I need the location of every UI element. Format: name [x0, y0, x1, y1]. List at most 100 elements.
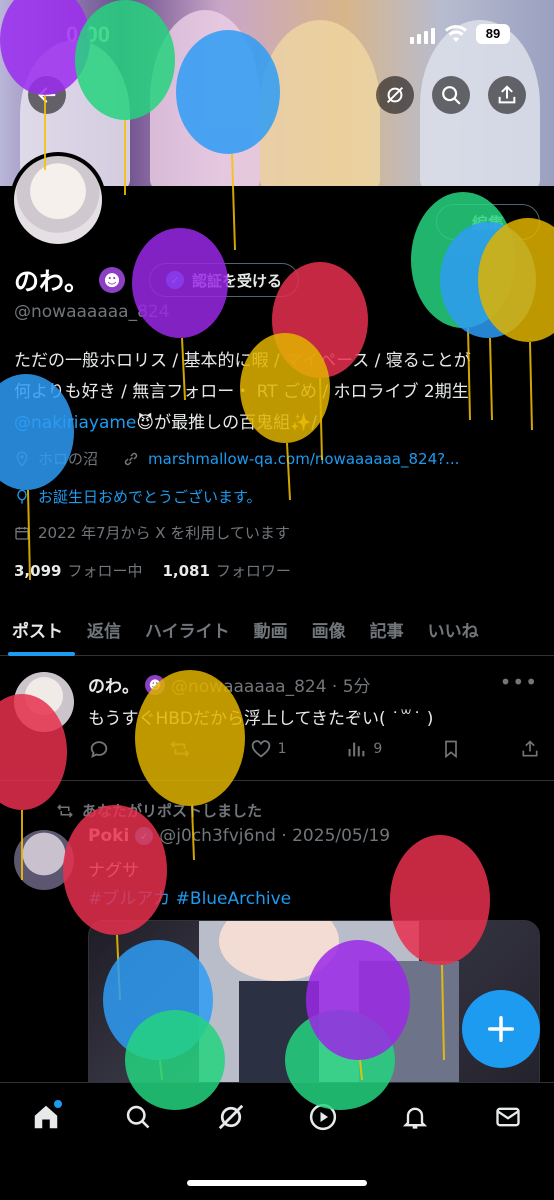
- like-button[interactable]: 1: [250, 738, 287, 760]
- following-label: フォロー中: [67, 562, 143, 580]
- tab-images[interactable]: 画像: [300, 604, 358, 656]
- profile-avatar[interactable]: [10, 152, 106, 248]
- status-bar: 0:00 89: [0, 0, 554, 68]
- bio-mention-link[interactable]: @nakiriayame: [14, 413, 136, 433]
- profile-joined: 2022 年7月から X を利用しています: [38, 524, 290, 542]
- followers-link[interactable]: 1,081 フォロワー: [162, 560, 290, 581]
- grok-icon: [218, 1104, 244, 1130]
- compose-post-button[interactable]: [462, 990, 540, 1068]
- profile-name-row: のわ。 ☻ ✓ 認証を受ける: [14, 262, 300, 298]
- bio-line: ただの一般ホロリス / 基本的に暇 / マイペース / 寝ることが: [14, 351, 471, 371]
- post-actions: 1 9: [88, 738, 540, 760]
- profile-location: ホロの沼: [38, 450, 99, 468]
- battery-icon: 89: [476, 24, 510, 44]
- tab-videos[interactable]: 動画: [242, 604, 300, 656]
- bell-icon: [403, 1107, 428, 1129]
- bio-line-rest: 😈が最推しの百鬼組✨/: [136, 413, 318, 433]
- profile-birthday: お誕生日おめでとうございます。: [38, 488, 262, 506]
- signal-icon: [410, 28, 435, 44]
- share-icon: [522, 740, 538, 757]
- post-header: Poki ✓ @j0ch3fvj6nd · 2025/05/19: [88, 826, 390, 846]
- following-link[interactable]: 3,099 フォロー中: [14, 560, 142, 581]
- share-icon: [498, 85, 516, 104]
- post-avatar[interactable]: [14, 672, 74, 732]
- grok-icon: [386, 86, 404, 104]
- balloon-icon: [17, 489, 27, 504]
- profile-meta-row: ホロの沼 marshmallow-qa.com/nowaaaaaa_824?..…: [14, 448, 459, 469]
- like-count: 1: [277, 741, 287, 757]
- back-button[interactable]: [28, 76, 66, 114]
- tab-likes[interactable]: いいね: [416, 604, 491, 656]
- wifi-icon: [445, 25, 467, 42]
- devil-emoji-icon: ☻: [99, 267, 126, 293]
- share-post-button[interactable]: [520, 738, 540, 760]
- calendar-icon: [15, 526, 29, 540]
- post-more-icon[interactable]: •••: [500, 670, 538, 694]
- status-time: 0:00: [66, 22, 111, 47]
- profile-handle: @nowaaaaaa_824: [14, 302, 170, 322]
- tab-replies[interactable]: 返信: [75, 604, 133, 656]
- view-count: 9: [373, 741, 383, 757]
- post-item[interactable]: のわ。 ☻ @nowaaaaaa_824 · 5分 ••• もうすぐHBDだから…: [0, 670, 554, 780]
- post-author-name: のわ。: [88, 677, 139, 697]
- grok-button[interactable]: [376, 76, 414, 114]
- follow-stats: 3,099 フォロー中 1,081 フォロワー: [14, 560, 291, 581]
- home-indicator: [187, 1180, 367, 1186]
- mail-icon: [496, 1107, 520, 1127]
- post-text: ナグサ: [88, 861, 139, 881]
- back-arrow-icon: [38, 87, 56, 103]
- post-handle-time: @j0ch3fvj6nd · 2025/05/19: [159, 826, 391, 846]
- plus-icon: [488, 1016, 514, 1042]
- hashtag-link[interactable]: #BlueArchive: [176, 889, 291, 909]
- followers-count: 1,081: [162, 562, 210, 580]
- post-handle-time: @nowaaaaaa_824 · 5分: [171, 677, 371, 697]
- birthday-row: お誕生日おめでとうございます。: [14, 486, 262, 507]
- views-button[interactable]: 9: [345, 738, 382, 760]
- followers-label: フォロワー: [215, 562, 291, 580]
- following-count: 3,099: [14, 562, 62, 580]
- nav-home[interactable]: [26, 1097, 66, 1137]
- heart-icon: [251, 740, 270, 758]
- repost-label: あなたがリポストしました: [82, 802, 263, 820]
- verified-badge-icon: ✓: [166, 271, 185, 289]
- bookmark-button[interactable]: [441, 738, 461, 760]
- post-text: もうすぐHBDだから浮上してきたぞい( ˙꒳˙ ): [88, 709, 434, 729]
- tab-posts[interactable]: ポスト: [0, 604, 75, 656]
- reply-button[interactable]: [88, 738, 110, 760]
- nav-notifications[interactable]: [395, 1097, 435, 1137]
- hashtag-link[interactable]: #ブルアカ: [88, 889, 170, 909]
- profile-name: のわ。: [14, 267, 90, 296]
- explore-icon: [127, 1105, 150, 1129]
- profile-tabs: ポスト 返信 ハイライト 動画 画像 記事 いいね: [0, 604, 554, 656]
- repost-icon: [170, 741, 190, 757]
- bio-line: @nakiriayame😈が最推しの百鬼組✨/: [14, 408, 540, 439]
- nav-explore[interactable]: [118, 1097, 158, 1137]
- nav-grok[interactable]: [211, 1097, 251, 1137]
- profile-bio: ただの一般ホロリス / 基本的に暇 / マイペース / 寝ることが 何よりも好き…: [14, 346, 540, 439]
- repost-icon: [57, 803, 73, 818]
- profile-website-link[interactable]: marshmallow-qa.com/nowaaaaaa_824?...: [148, 450, 459, 468]
- joined-row: 2022 年7月から X を利用しています: [14, 522, 290, 543]
- post-author-name: Poki: [88, 826, 130, 846]
- post-hashtags: #ブルアカ #BlueArchive: [88, 884, 291, 909]
- tab-highlights[interactable]: ハイライト: [133, 604, 242, 656]
- post-header: のわ。 ☻ @nowaaaaaa_824 · 5分: [88, 672, 371, 697]
- verify-label: 認証を受ける: [192, 271, 283, 290]
- search-button[interactable]: [432, 76, 470, 114]
- edit-profile-button[interactable]: 編集: [436, 204, 540, 240]
- video-icon: [310, 1103, 337, 1131]
- verified-badge-icon: ✓: [135, 827, 154, 845]
- get-verified-button[interactable]: ✓ 認証を受ける: [149, 263, 300, 297]
- nav-messages[interactable]: [488, 1097, 528, 1137]
- share-button[interactable]: [488, 76, 526, 114]
- bookmark-icon: [445, 740, 457, 759]
- bio-line: 何よりも好き / 無言フォロー・ RT ごめ / ホロライブ 2期生: [14, 382, 469, 402]
- nav-video[interactable]: [303, 1097, 343, 1137]
- reply-icon: [90, 741, 108, 759]
- post-avatar[interactable]: [14, 830, 74, 890]
- tab-articles[interactable]: 記事: [358, 604, 416, 656]
- devil-emoji-icon: ☻: [145, 674, 165, 695]
- repost-button[interactable]: [169, 738, 191, 760]
- location-pin-icon: [16, 451, 28, 467]
- views-icon: [348, 742, 365, 757]
